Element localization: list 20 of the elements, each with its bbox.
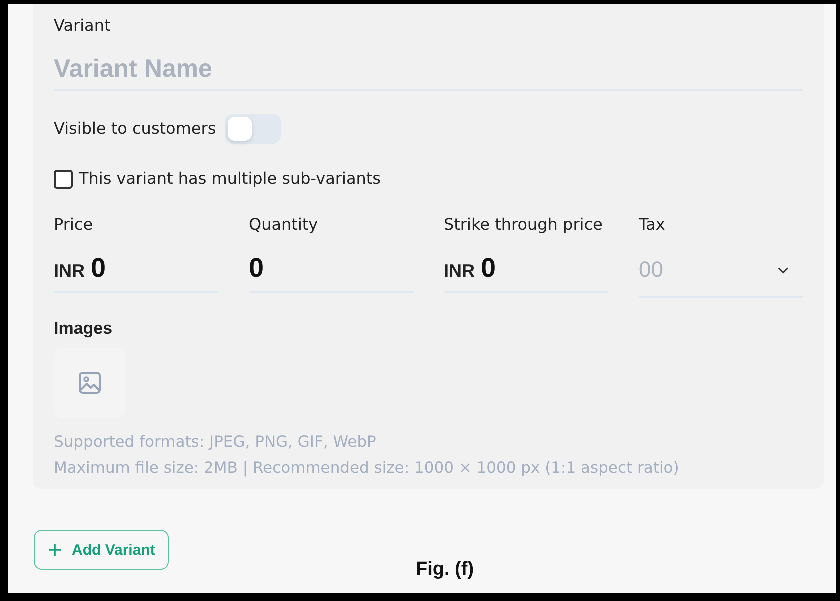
toggle-label: Visible to customers [54,119,216,139]
field-label: Strike through price [444,215,603,235]
section-title: Variant [54,16,111,36]
figure-caption: Fig. (f) [416,558,474,582]
image-upload-tile[interactable] [54,348,126,418]
field-label: Price [54,215,94,235]
price-field[interactable]: INR 0 [54,250,218,293]
field-label: Tax [639,215,666,235]
help-text: Supported formats: JPEG, PNG, GIF, WebP [54,432,378,453]
images-title: Images [54,319,113,339]
image-icon [79,372,101,394]
price-field[interactable]: INR 0 [444,250,608,293]
field-label: Quantity [249,215,318,235]
quantity-field[interactable]: 0 [249,250,413,293]
checkbox[interactable] [54,170,73,188]
checkbox-label: This variant has multiple sub-variants [79,169,381,189]
visibility-toggle[interactable] [225,114,282,144]
help-text: Maximum file size: 2MB | Recommended size: 1000 × 1000 px (1:1 aspect ratio) [54,458,680,479]
chevron-down-icon [778,266,789,274]
plus-icon [49,544,61,556]
